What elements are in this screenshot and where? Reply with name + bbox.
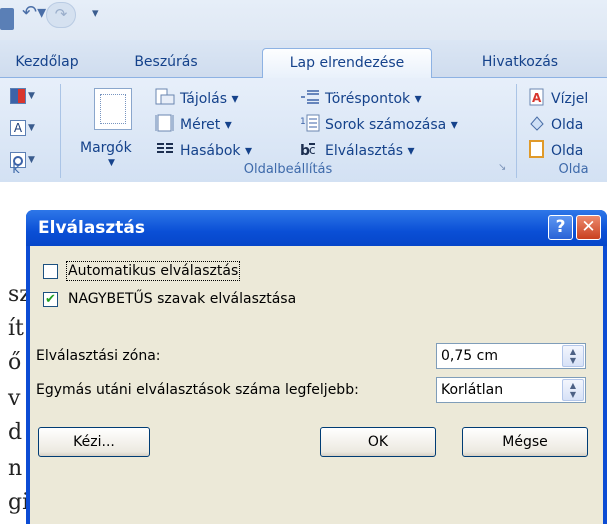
- ok-button[interactable]: OK: [320, 427, 436, 457]
- document-fragment: ít: [8, 316, 24, 341]
- zone-label: Elválasztási zóna:: [36, 348, 161, 364]
- zone-input[interactable]: 0,75 cm ▲ ▼: [436, 343, 586, 369]
- document-fragment: ő: [8, 350, 22, 375]
- chevron-down-icon: ▼: [28, 91, 35, 101]
- group-label-themes: k: [12, 162, 20, 177]
- help-button[interactable]: ?: [548, 215, 573, 240]
- dialog-body: Automatikus elválasztás ✔ NAGYBETŰS szav…: [30, 246, 603, 524]
- page-color-icon: [528, 114, 546, 136]
- margins-icon[interactable]: [94, 88, 132, 130]
- watermark-icon: A: [528, 88, 546, 110]
- svg-text:A: A: [532, 91, 542, 105]
- document-fragment: d: [8, 420, 23, 445]
- hyphenation-dialog: Elválasztás ? ✕ Automatikus elválasztás …: [26, 210, 607, 524]
- spinner-icon[interactable]: ▲ ▼: [562, 379, 584, 401]
- manual-button[interactable]: Kézi...: [38, 427, 150, 457]
- group-divider: [516, 84, 517, 178]
- consecutive-input[interactable]: Korlátlan ▲ ▼: [436, 377, 586, 403]
- theme-colors-icon[interactable]: [10, 88, 26, 104]
- chevron-down-icon: ▼: [28, 123, 35, 133]
- auto-hyphenation-checkbox[interactable]: [43, 264, 58, 279]
- close-button[interactable]: ✕: [576, 215, 601, 240]
- document-fragment: v: [8, 386, 21, 411]
- document-fragment: n: [8, 456, 23, 481]
- margins-button[interactable]: Margók: [80, 140, 132, 156]
- breaks-button[interactable]: Töréspontok ▾: [300, 88, 422, 110]
- consecutive-label: Egymás utáni elválasztások száma legfelj…: [36, 382, 359, 398]
- caps-hyphenation-checkbox[interactable]: ✔: [43, 292, 58, 307]
- tab-lap-elrendezese[interactable]: Lap elrendezése: [262, 48, 432, 78]
- svg-text:1: 1: [300, 117, 306, 127]
- size-button[interactable]: Méret ▾: [155, 114, 232, 136]
- svg-text:c: c: [309, 143, 316, 157]
- hyphenation-button[interactable]: bc Elválasztás ▾: [300, 140, 415, 162]
- theme-fonts-icon[interactable]: A: [10, 120, 26, 136]
- cancel-button[interactable]: Mégse: [462, 427, 588, 457]
- quick-access-toolbar: ↶▾ ↷ ▾: [0, 0, 607, 40]
- columns-icon: [155, 140, 175, 162]
- page-borders-button[interactable]: Olda: [528, 140, 583, 162]
- orientation-button[interactable]: Tájolás ▾: [155, 88, 239, 110]
- spinner-icon[interactable]: ▲ ▼: [562, 345, 584, 367]
- columns-button[interactable]: Hasábok ▾: [155, 140, 252, 162]
- consecutive-value: Korlátlan: [441, 382, 504, 398]
- auto-hyphenation-label[interactable]: Automatikus elválasztás: [65, 261, 241, 281]
- ribbon-tabs: Kezdőlap Beszúrás Lap elrendezése Hivatk…: [0, 40, 607, 78]
- line-numbers-button[interactable]: 1 Sorok számozása ▾: [300, 114, 458, 136]
- orientation-icon: [155, 88, 175, 110]
- dialog-titlebar[interactable]: Elválasztás ? ✕: [26, 210, 607, 246]
- hyphenation-icon: bc: [300, 140, 320, 162]
- zone-value: 0,75 cm: [441, 348, 498, 364]
- tab-hivatkozas[interactable]: Hivatkozás: [455, 48, 585, 78]
- undo-icon[interactable]: ↶▾: [22, 2, 46, 26]
- caps-hyphenation-label[interactable]: NAGYBETŰS szavak elválasztása: [68, 291, 296, 307]
- page-color-button[interactable]: Olda: [528, 114, 583, 136]
- tab-beszuras[interactable]: Beszúrás: [118, 48, 214, 78]
- line-numbers-icon: 1: [300, 114, 320, 136]
- customize-toolbar-dropdown[interactable]: ▾: [92, 6, 99, 30]
- page-size-icon: [155, 114, 175, 136]
- breaks-icon: [300, 88, 320, 110]
- page-borders-icon: [528, 140, 546, 162]
- watermark-button[interactable]: A Vízjel: [528, 88, 588, 110]
- tab-kezdolap[interactable]: Kezdőlap: [6, 48, 88, 78]
- chevron-down-icon: ▼: [28, 155, 35, 165]
- ribbon: ▼ A ▼ ▼ k Margók ▼ Tájolás ▾ Méret ▾ Has…: [0, 78, 607, 182]
- group-label-page-background: Olda: [558, 162, 589, 177]
- redo-icon[interactable]: ↷: [46, 2, 76, 28]
- dialog-launcher-icon[interactable]: ↘: [498, 162, 506, 173]
- dialog-title: Elválasztás: [38, 218, 146, 238]
- group-label-page-setup: Oldalbeállítás: [243, 162, 333, 177]
- save-icon[interactable]: [0, 8, 14, 30]
